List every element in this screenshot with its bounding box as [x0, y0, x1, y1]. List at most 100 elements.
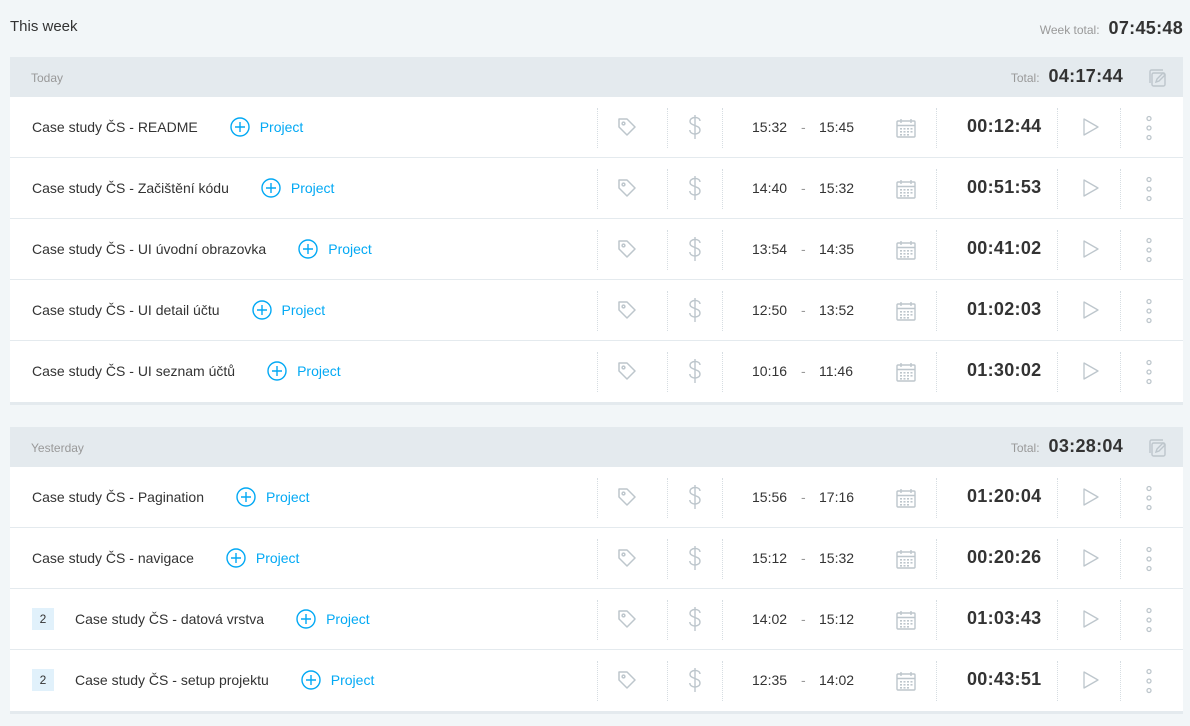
project-picker[interactable]: Project [226, 548, 299, 568]
entry-description[interactable]: Case study ČS - navigace [32, 550, 194, 566]
play-icon[interactable] [1082, 300, 1100, 320]
plus-circle-icon [230, 117, 260, 137]
entry-duration[interactable]: 00:51:53 [967, 177, 1041, 198]
dollar-icon[interactable] [687, 606, 703, 632]
dollar-icon[interactable] [687, 667, 703, 693]
start-time[interactable]: 12:50 [752, 302, 787, 318]
play-icon[interactable] [1082, 609, 1100, 629]
end-time[interactable]: 14:35 [819, 241, 854, 257]
tag-icon[interactable] [616, 116, 638, 138]
project-picker[interactable]: Project [267, 361, 341, 381]
dollar-icon[interactable] [687, 114, 703, 140]
end-time[interactable]: 14:02 [819, 672, 854, 688]
divider [1120, 661, 1121, 701]
play-icon[interactable] [1082, 178, 1100, 198]
calendar-icon[interactable] [895, 670, 917, 692]
entry-description[interactable]: Case study ČS - UI seznam účtů [32, 363, 235, 379]
entry-description[interactable]: Case study ČS - Pagination [32, 489, 204, 505]
kebab-menu-icon[interactable] [1144, 115, 1154, 141]
kebab-menu-icon[interactable] [1144, 176, 1154, 202]
time-entry-row: 2 Case study ČS - datová vrstva Project … [10, 589, 1183, 650]
project-picker[interactable]: Project [298, 239, 372, 259]
tag-icon[interactable] [616, 238, 638, 260]
end-time[interactable]: 15:32 [819, 550, 854, 566]
start-time[interactable]: 13:54 [752, 241, 787, 257]
play-icon[interactable] [1082, 239, 1100, 259]
kebab-menu-icon[interactable] [1144, 237, 1154, 263]
entry-description[interactable]: Case study ČS - README [32, 119, 198, 135]
dollar-icon[interactable] [687, 236, 703, 262]
project-picker[interactable]: Project [251, 300, 325, 320]
entry-count-badge[interactable]: 2 [32, 608, 54, 630]
start-time[interactable]: 14:40 [752, 180, 787, 196]
start-time[interactable]: 15:56 [752, 489, 787, 505]
calendar-icon[interactable] [895, 487, 917, 509]
kebab-menu-icon[interactable] [1144, 298, 1154, 324]
dollar-icon[interactable] [687, 358, 703, 384]
divider [936, 352, 937, 392]
dollar-icon[interactable] [687, 175, 703, 201]
entry-description[interactable]: Case study ČS - UI úvodní obrazovka [32, 241, 266, 257]
tag-icon[interactable] [616, 669, 638, 691]
end-time[interactable]: 15:45 [819, 119, 854, 135]
calendar-icon[interactable] [895, 361, 917, 383]
end-time[interactable]: 15:12 [819, 611, 854, 627]
calendar-icon[interactable] [895, 609, 917, 631]
calendar-icon[interactable] [895, 178, 917, 200]
play-icon[interactable] [1082, 487, 1100, 507]
entry-description[interactable]: Case study ČS - UI detail účtu [32, 302, 220, 318]
start-time[interactable]: 10:16 [752, 363, 787, 379]
play-icon[interactable] [1082, 670, 1100, 690]
play-icon[interactable] [1082, 117, 1100, 137]
dollar-icon[interactable] [687, 484, 703, 510]
play-icon[interactable] [1082, 361, 1100, 381]
tag-icon[interactable] [616, 360, 638, 382]
entry-duration[interactable]: 00:41:02 [967, 238, 1041, 259]
end-time[interactable]: 13:52 [819, 302, 854, 318]
entry-count-badge[interactable]: 2 [32, 669, 54, 691]
start-time[interactable]: 15:32 [752, 119, 787, 135]
start-time[interactable]: 14:02 [752, 611, 787, 627]
tag-icon[interactable] [616, 608, 638, 630]
play-icon[interactable] [1082, 548, 1100, 568]
tag-icon[interactable] [616, 547, 638, 569]
project-picker[interactable]: Project [236, 487, 310, 507]
kebab-menu-icon[interactable] [1144, 607, 1154, 633]
tag-icon[interactable] [616, 299, 638, 321]
project-picker[interactable]: Project [261, 178, 334, 198]
bulk-edit-icon[interactable] [1147, 67, 1169, 89]
calendar-icon[interactable] [895, 300, 917, 322]
entry-duration[interactable]: 01:20:04 [967, 486, 1041, 507]
entry-duration[interactable]: 00:43:51 [967, 669, 1041, 690]
entry-duration[interactable]: 01:03:43 [967, 608, 1041, 629]
project-picker[interactable]: Project [296, 609, 370, 629]
entry-description[interactable]: Case study ČS - Začištění kódu [32, 180, 229, 196]
tag-icon[interactable] [616, 486, 638, 508]
project-picker[interactable]: Project [230, 117, 303, 137]
end-time[interactable]: 11:46 [819, 363, 853, 379]
kebab-menu-icon[interactable] [1144, 359, 1154, 385]
entry-duration[interactable]: 00:20:26 [967, 547, 1041, 568]
entry-description[interactable]: Case study ČS - setup projektu [75, 672, 269, 688]
end-time[interactable]: 15:32 [819, 180, 854, 196]
day-group: Yesterday Total: 03:28:04 Case study ČS … [10, 427, 1183, 711]
entry-duration[interactable]: 01:30:02 [967, 360, 1041, 381]
dollar-icon[interactable] [687, 297, 703, 323]
entry-duration[interactable]: 01:02:03 [967, 299, 1041, 320]
kebab-menu-icon[interactable] [1144, 668, 1154, 694]
start-time[interactable]: 12:35 [752, 672, 787, 688]
tag-icon[interactable] [616, 177, 638, 199]
day-header: Yesterday Total: 03:28:04 [10, 427, 1183, 467]
end-time[interactable]: 17:16 [819, 489, 854, 505]
kebab-menu-icon[interactable] [1144, 546, 1154, 572]
calendar-icon[interactable] [895, 239, 917, 261]
start-time[interactable]: 15:12 [752, 550, 787, 566]
project-picker[interactable]: Project [301, 670, 374, 690]
calendar-icon[interactable] [895, 548, 917, 570]
dollar-icon[interactable] [687, 545, 703, 571]
entry-description[interactable]: Case study ČS - datová vrstva [75, 611, 264, 627]
kebab-menu-icon[interactable] [1144, 485, 1154, 511]
entry-duration[interactable]: 00:12:44 [967, 116, 1041, 137]
calendar-icon[interactable] [895, 117, 917, 139]
bulk-edit-icon[interactable] [1147, 437, 1169, 459]
